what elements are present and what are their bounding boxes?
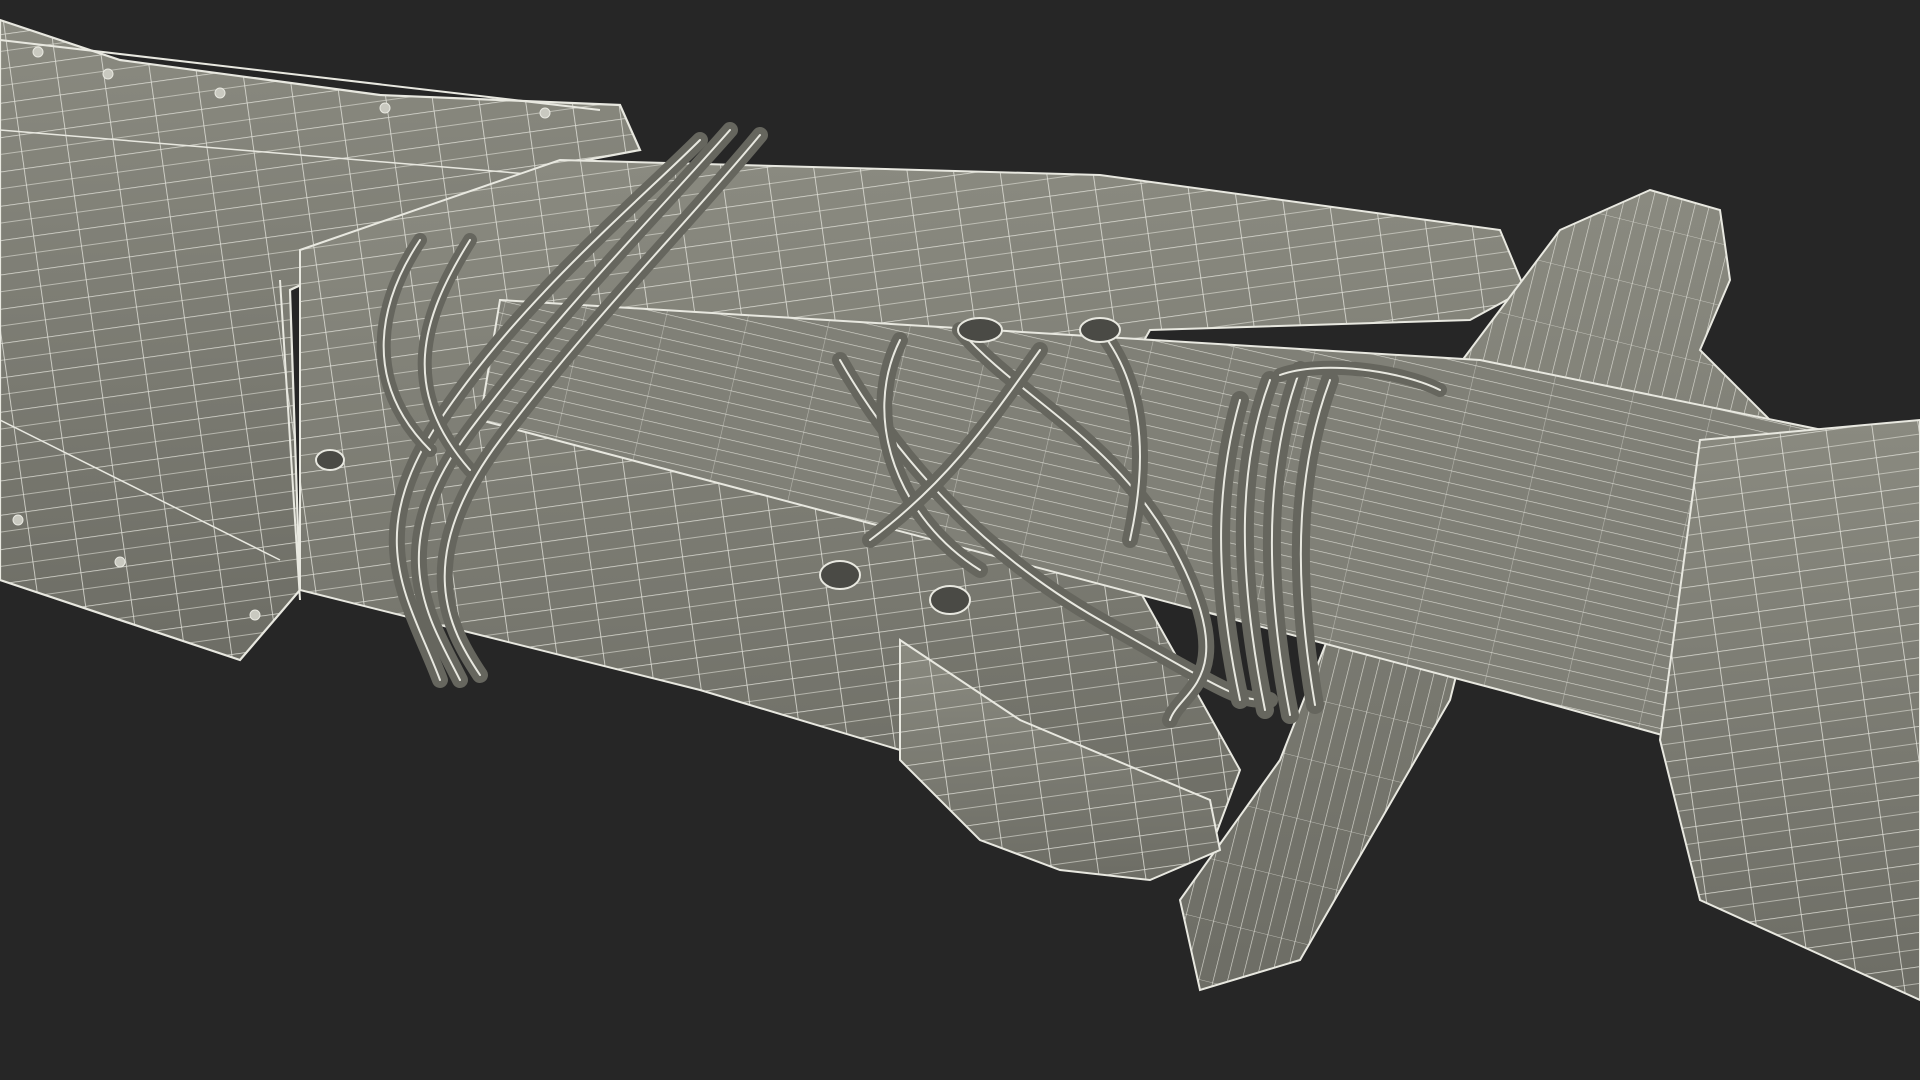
- render-viewport: [0, 0, 1920, 1080]
- pommel: [1658, 418, 1920, 1002]
- wireframe-scene: [0, 18, 1920, 1002]
